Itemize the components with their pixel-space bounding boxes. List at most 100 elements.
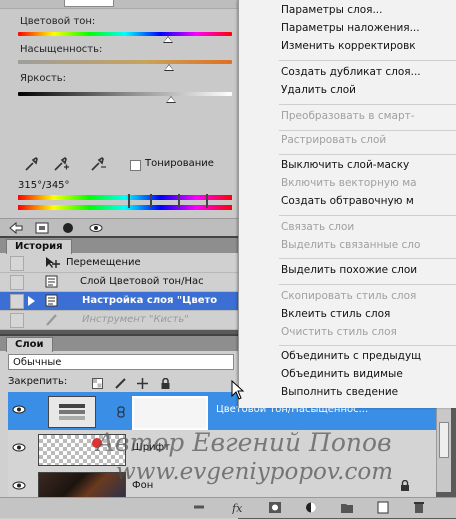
mouse-cursor-icon	[231, 380, 245, 400]
saturation-label: Насыщенность:	[20, 44, 103, 55]
menu-item-link-layers: Связать слои	[281, 221, 355, 233]
layer-style-fx-icon[interactable]: fx	[232, 501, 246, 514]
add-mask-icon[interactable]	[268, 501, 282, 514]
range-handle[interactable]	[206, 194, 208, 208]
menu-item-copy-layer-style: Скопировать стиль слоя	[281, 290, 417, 302]
history-tabbar: История	[0, 238, 238, 254]
preset-strip	[0, 0, 238, 9]
adjustments-toolbar	[0, 218, 238, 237]
hue-label: Цветовой тон:	[20, 16, 96, 27]
menu-item-flatten-image[interactable]: Выполнить сведение	[281, 386, 398, 398]
new-group-folder-icon[interactable]	[340, 501, 354, 514]
history-snapshot-checkbox[interactable]	[10, 313, 24, 328]
range-handle[interactable]	[128, 194, 130, 208]
adjustment-layer-thumbnail[interactable]	[48, 396, 96, 428]
hue-slider-thumb[interactable]	[163, 36, 173, 43]
menu-item-blending-options[interactable]: Параметры наложения...	[281, 22, 420, 34]
link-layers-icon[interactable]	[192, 501, 206, 514]
saturation-slider[interactable]	[18, 60, 232, 64]
range-handle[interactable]	[150, 194, 152, 208]
visibility-eye-icon[interactable]	[12, 443, 26, 452]
svg-text:fx: fx	[232, 502, 243, 514]
watermark-url: www.evgeniypopov.com	[116, 459, 393, 485]
lock-position-icon[interactable]	[137, 378, 148, 389]
history-snapshot-checkbox[interactable]	[10, 294, 24, 309]
new-layer-icon[interactable]	[376, 501, 390, 514]
history-item-label: Настройка слоя "Цвето	[82, 295, 218, 306]
new-layer-icon	[45, 275, 58, 288]
range-handle[interactable]	[178, 194, 180, 208]
menu-item-create-clipping-mask[interactable]: Создать обтравочную м	[281, 195, 414, 207]
menu-item-enable-vector-mask: Включить векторную ма	[281, 177, 417, 189]
menu-item-select-similar-layers[interactable]: Выделить похожие слои	[281, 264, 417, 276]
history-item-label: Инструмент "Кисть"	[82, 314, 189, 325]
colorize-checkbox[interactable]	[130, 160, 141, 171]
adjustment-layer-icon	[45, 294, 58, 307]
chain-link-icon[interactable]	[116, 406, 126, 418]
hue-range-handles[interactable]	[120, 194, 220, 210]
new-adjustment-layer-icon[interactable]	[304, 501, 318, 514]
history-snapshot-checkbox[interactable]	[10, 256, 24, 271]
lock-transparent-pixels-icon[interactable]	[92, 378, 103, 389]
menu-item-edit-adjustment[interactable]: Изменить корректировк	[281, 40, 416, 52]
blend-mode-select[interactable]: Обычные	[8, 354, 234, 370]
trash-icon[interactable]	[412, 501, 426, 514]
tab-history[interactable]: История	[6, 239, 72, 254]
menu-item-rasterize-layer: Растрировать слой	[281, 134, 387, 146]
lock-image-pixels-icon[interactable]	[115, 378, 126, 389]
eyedropper-plus-icon[interactable]	[53, 156, 69, 172]
lock-icon	[401, 480, 409, 491]
layers-tabbar: Слои	[0, 336, 238, 352]
lightness-slider-thumb[interactable]	[166, 96, 176, 103]
lock-label: Закрепить:	[8, 376, 68, 387]
menu-separator	[279, 104, 456, 105]
menu-item-delete-layer[interactable]: Удалить слой	[281, 84, 356, 96]
watermark-author: Автор Евгений Попов	[96, 428, 392, 457]
history-item-label: Слой Цветовой тон/Нас	[80, 276, 204, 287]
menu-item-layer-properties[interactable]: Параметры слоя...	[281, 4, 382, 16]
saturation-slider-thumb[interactable]	[164, 64, 174, 71]
menu-separator	[279, 60, 456, 61]
eye-icon[interactable]	[88, 221, 104, 235]
menu-item-disable-layer-mask[interactable]: Выключить слой-маску	[281, 159, 409, 171]
history-item-label: Перемещение	[66, 257, 141, 268]
menu-item-select-linked-layers: Выделить связанные сло	[281, 239, 421, 251]
eyedropper-minus-icon[interactable]	[90, 156, 106, 172]
menu-separator	[279, 130, 456, 131]
colorize-label: Тонирование	[145, 158, 214, 169]
preset-field[interactable]	[64, 0, 114, 7]
history-panel: История Перемещение Слой Цветовой тон/На…	[0, 236, 238, 330]
tab-layers[interactable]: Слои	[6, 337, 53, 352]
visibility-eye-icon[interactable]	[12, 481, 26, 490]
menu-item-paste-layer-style[interactable]: Вклеить стиль слоя	[281, 308, 390, 320]
menu-separator	[279, 284, 456, 285]
history-item[interactable]: Слой Цветовой тон/Нас	[0, 273, 238, 292]
hue-range-readout: 315°/345°	[18, 180, 70, 191]
layer-mask-thumbnail[interactable]	[132, 396, 208, 430]
menu-separator	[279, 154, 456, 155]
history-item-inactive[interactable]: Инструмент "Кисть"	[0, 311, 238, 330]
scrollbar-thumb[interactable]	[439, 422, 449, 458]
menu-item-merge-visible[interactable]: Объединить видимые	[281, 368, 403, 380]
menu-separator	[279, 258, 456, 259]
menu-item-clear-layer-style: Очистить стиль слоя	[281, 326, 397, 338]
visibility-eye-icon[interactable]	[12, 405, 26, 414]
hue-slider[interactable]	[18, 32, 232, 36]
menu-item-duplicate-layer[interactable]: Создать дубликат слоя...	[281, 66, 421, 78]
menu-separator	[279, 215, 456, 216]
history-item-selected[interactable]: Настройка слоя "Цвето	[0, 292, 238, 311]
adjustments-panel: Цветовой тон: Насыщенность: Яркость: Тон…	[0, 0, 239, 237]
clip-to-layer-icon[interactable]	[60, 221, 76, 235]
lock-all-icon[interactable]	[160, 378, 171, 389]
history-state-marker-icon	[28, 296, 35, 306]
history-item[interactable]: Перемещение	[0, 254, 238, 273]
menu-item-convert-smart-object: Преобразовать в смарт-	[281, 110, 415, 122]
layer-context-menu: Параметры слоя... Параметры наложения...…	[238, 0, 456, 408]
lightness-slider[interactable]	[18, 92, 232, 96]
menu-item-merge-down[interactable]: Объединить с предыдущ	[281, 350, 421, 362]
expand-view-icon[interactable]	[34, 221, 50, 235]
history-snapshot-checkbox[interactable]	[10, 275, 24, 290]
move-tool-icon	[46, 257, 60, 268]
eyedropper-icon[interactable]	[24, 156, 40, 172]
back-arrow-icon[interactable]	[8, 221, 24, 235]
